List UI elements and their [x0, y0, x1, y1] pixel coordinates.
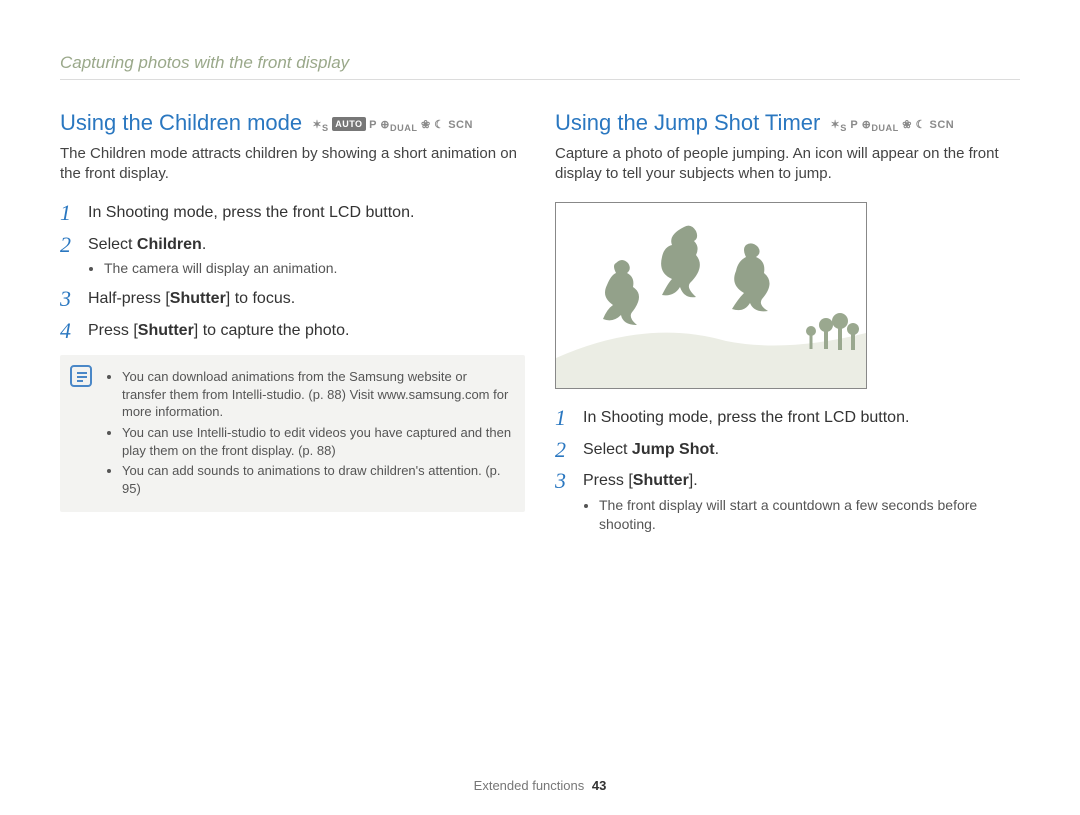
right-lead: Capture a photo of people jumping. An ic…: [555, 144, 1020, 185]
section-title-right: Using the Jump Shot Timer: [555, 110, 820, 135]
left-steps: In Shooting mode, press the front LCD bu…: [60, 202, 525, 341]
jump-shot-illustration: [555, 202, 867, 389]
footer-page: 43: [592, 778, 606, 793]
left-lead: The Children mode attracts children by s…: [60, 144, 525, 185]
mode-icons-right: ✶S P ⊕DUAL ❀ ☾ SCN: [831, 118, 955, 135]
note-item: You can download animations from the Sam…: [122, 368, 513, 421]
mode-icons-left: ✶S AUTO P ⊕DUAL ❀ ☾ SCN: [312, 117, 473, 135]
running-head: Capturing photos with the front display: [60, 52, 1020, 75]
step-2-sub-left: The camera will display an animation.: [88, 259, 525, 278]
step-3-right: Press [Shutter]. The front display will …: [555, 470, 1020, 533]
note-box: You can download animations from the Sam…: [60, 355, 525, 512]
left-column: Using the Children mode ✶S AUTO P ⊕DUAL …: [60, 108, 525, 546]
header-rule: [60, 79, 1020, 80]
step-2-right: Select Jump Shot.: [555, 439, 1020, 461]
step-1-right: In Shooting mode, press the front LCD bu…: [555, 407, 1020, 429]
footer: Extended functions 43: [0, 777, 1080, 795]
step-3-left: Half-press [Shutter] to focus.: [60, 288, 525, 310]
note-item: You can use Intelli-studio to edit video…: [122, 424, 513, 459]
note-icon: [70, 365, 92, 387]
right-steps: In Shooting mode, press the front LCD bu…: [555, 407, 1020, 534]
step-1-left: In Shooting mode, press the front LCD bu…: [60, 202, 525, 224]
footer-section: Extended functions: [474, 778, 585, 793]
step-4-left: Press [Shutter] to capture the photo.: [60, 320, 525, 342]
right-column: Using the Jump Shot Timer ✶S P ⊕DUAL ❀ ☾…: [555, 108, 1020, 546]
note-item: You can add sounds to animations to draw…: [122, 462, 513, 497]
step-2-left: Select Children. The camera will display…: [60, 234, 525, 278]
section-title-left: Using the Children mode: [60, 110, 302, 135]
step-3-sub-right: The front display will start a countdown…: [583, 496, 1020, 534]
